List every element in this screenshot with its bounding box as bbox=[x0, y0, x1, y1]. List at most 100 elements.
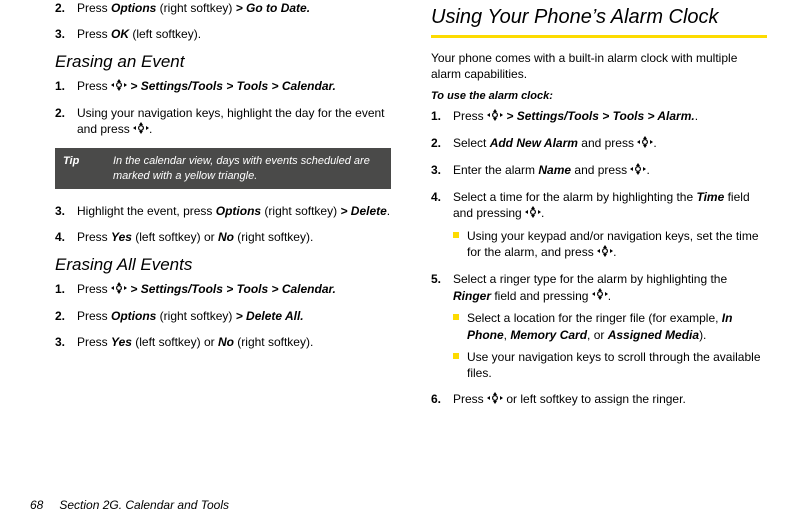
alarm-steps: 1. Press > Settings/Tools > Tools > Alarm… bbox=[431, 108, 767, 408]
step-number: 3. bbox=[55, 203, 65, 219]
emphasis-text: Memory Card bbox=[510, 328, 587, 342]
step-number: 6. bbox=[431, 391, 441, 407]
step-text: Press OK (left softkey). bbox=[77, 27, 201, 41]
step-text: Press Options (right softkey) > Delete A… bbox=[77, 309, 304, 323]
step-text: Using your navigation keys, highlight th… bbox=[77, 106, 385, 136]
sub-step: Using your keypad and/or navigation keys… bbox=[453, 228, 767, 261]
erase-event-steps: 1. Press > Settings/Tools > Tools > Calen… bbox=[55, 78, 391, 138]
page-footer: 68 Section 2G. Calendar and Tools bbox=[30, 498, 229, 512]
heading-erasing-all: Erasing All Events bbox=[55, 255, 391, 275]
step-text: Select Add New Alarm and press . bbox=[453, 136, 657, 150]
nav-key-icon bbox=[111, 282, 127, 298]
nav-key-icon bbox=[597, 245, 613, 261]
step-number: 1. bbox=[55, 281, 65, 297]
emphasis-text: Yes bbox=[111, 335, 132, 349]
step-number: 2. bbox=[55, 0, 65, 16]
step-text: Press or left softkey to assign the ring… bbox=[453, 392, 686, 406]
nav-key-icon bbox=[592, 288, 608, 304]
emphasis-text: Yes bbox=[111, 230, 132, 244]
heading-alarm-clock: Using Your Phone’s Alarm Clock bbox=[431, 6, 767, 29]
nav-key-icon bbox=[487, 109, 503, 125]
erase-event-steps-cont: 3. Highlight the event, press Options (ri… bbox=[55, 203, 391, 245]
step-number: 3. bbox=[55, 26, 65, 42]
step-text: Highlight the event, press Options (righ… bbox=[77, 204, 390, 218]
tip-box: Tip In the calendar view, days with even… bbox=[55, 148, 391, 189]
emphasis-text: > Delete All. bbox=[236, 309, 304, 323]
nav-key-icon bbox=[525, 206, 541, 222]
nav-key-icon bbox=[637, 136, 653, 152]
tip-text: In the calendar view, days with events s… bbox=[113, 154, 383, 183]
heading-erasing-event: Erasing an Event bbox=[55, 52, 391, 72]
step-number: 2. bbox=[431, 135, 441, 151]
nav-key-icon bbox=[487, 392, 503, 408]
intro-text: Your phone comes with a built-in alarm c… bbox=[431, 50, 767, 82]
bullet-square-icon bbox=[453, 353, 459, 359]
step-text: Select a ringer type for the alarm by hi… bbox=[453, 272, 727, 302]
emphasis-text: Options bbox=[111, 1, 156, 15]
page-body: 2. Press Options (right softkey) > Go to … bbox=[0, 0, 807, 418]
emphasis-text: > Go to Date. bbox=[236, 1, 310, 15]
step-item: 4. Press Yes (left softkey) or No (right … bbox=[55, 229, 391, 245]
emphasis-text: > Settings/Tools > Tools > Calendar. bbox=[130, 282, 336, 296]
right-column: Using Your Phone’s Alarm Clock Your phon… bbox=[411, 0, 777, 418]
step-item: 5. Select a ringer type for the alarm by … bbox=[431, 271, 767, 381]
emphasis-text: > Delete bbox=[340, 204, 386, 218]
step-number: 1. bbox=[431, 108, 441, 124]
step-item: 1. Press > Settings/Tools > Tools > Calen… bbox=[55, 281, 391, 298]
sub-step-text: Select a location for the ringer file (f… bbox=[467, 311, 732, 341]
heading-underline bbox=[431, 35, 767, 38]
tip-label: Tip bbox=[63, 154, 113, 183]
left-column: 2. Press Options (right softkey) > Go to … bbox=[55, 0, 411, 418]
emphasis-text: OK bbox=[111, 27, 129, 41]
emphasis-text: Name bbox=[538, 163, 571, 177]
sub-step-text: Use your navigation keys to scroll throu… bbox=[467, 350, 761, 380]
step-item: 3. Enter the alarm Name and press . bbox=[431, 162, 767, 179]
step-text: Select a time for the alarm by highlight… bbox=[453, 190, 750, 220]
step-item: 1. Press > Settings/Tools > Tools > Calen… bbox=[55, 78, 391, 95]
nav-key-icon bbox=[133, 122, 149, 138]
emphasis-text: Ringer bbox=[453, 289, 491, 303]
nav-key-icon bbox=[630, 163, 646, 179]
bullet-square-icon bbox=[453, 232, 459, 238]
erase-all-steps: 1. Press > Settings/Tools > Tools > Calen… bbox=[55, 281, 391, 350]
step-item: 2. Select Add New Alarm and press . bbox=[431, 135, 767, 152]
pre-steps-list: 2. Press Options (right softkey) > Go to … bbox=[55, 0, 391, 42]
sub-step: Select a location for the ringer file (f… bbox=[453, 310, 767, 342]
step-number: 3. bbox=[431, 162, 441, 178]
step-number: 4. bbox=[55, 229, 65, 245]
step-number: 1. bbox=[55, 78, 65, 94]
step-item: 3. Press OK (left softkey). bbox=[55, 26, 391, 42]
to-use-label: To use the alarm clock: bbox=[431, 90, 767, 102]
step-item: 4. Select a time for the alarm by highlig… bbox=[431, 189, 767, 261]
bullet-square-icon bbox=[453, 314, 459, 320]
sub-step-text: Using your keypad and/or navigation keys… bbox=[467, 229, 759, 259]
step-number: 5. bbox=[431, 271, 441, 287]
page-number: 68 bbox=[30, 498, 56, 512]
step-number: 4. bbox=[431, 189, 441, 205]
step-number: 2. bbox=[55, 105, 65, 121]
emphasis-text: No bbox=[218, 230, 234, 244]
step-text: Press Yes (left softkey) or No (right so… bbox=[77, 335, 313, 349]
emphasis-text: > Settings/Tools > Tools > Calendar. bbox=[130, 79, 336, 93]
step-item: 2. Using your navigation keys, highlight … bbox=[55, 105, 391, 138]
emphasis-text: Options bbox=[111, 309, 156, 323]
step-number: 3. bbox=[55, 334, 65, 350]
step-text: Press > Settings/Tools > Tools > Alarm.. bbox=[453, 109, 698, 123]
step-text: Press > Settings/Tools > Tools > Calenda… bbox=[77, 79, 336, 93]
step-item: 2. Press Options (right softkey) > Delete… bbox=[55, 308, 391, 324]
step-item: 6. Press or left softkey to assign the ri… bbox=[431, 391, 767, 408]
sub-step: Use your navigation keys to scroll throu… bbox=[453, 349, 767, 381]
emphasis-text: Options bbox=[216, 204, 261, 218]
emphasis-text: > Settings/Tools > Tools > Alarm. bbox=[506, 109, 694, 123]
emphasis-text: Assigned Media bbox=[608, 328, 699, 342]
emphasis-text: Add New Alarm bbox=[490, 136, 578, 150]
step-text: Press Options (right softkey) > Go to Da… bbox=[77, 1, 310, 15]
step-text: Enter the alarm Name and press . bbox=[453, 163, 650, 177]
step-text: Press > Settings/Tools > Tools > Calenda… bbox=[77, 282, 336, 296]
step-item: 1. Press > Settings/Tools > Tools > Alarm… bbox=[431, 108, 767, 125]
step-text: Press Yes (left softkey) or No (right so… bbox=[77, 230, 313, 244]
section-title: Section 2G. Calendar and Tools bbox=[59, 498, 229, 512]
nav-key-icon bbox=[111, 79, 127, 95]
step-item: 2. Press Options (right softkey) > Go to … bbox=[55, 0, 391, 16]
step-number: 2. bbox=[55, 308, 65, 324]
